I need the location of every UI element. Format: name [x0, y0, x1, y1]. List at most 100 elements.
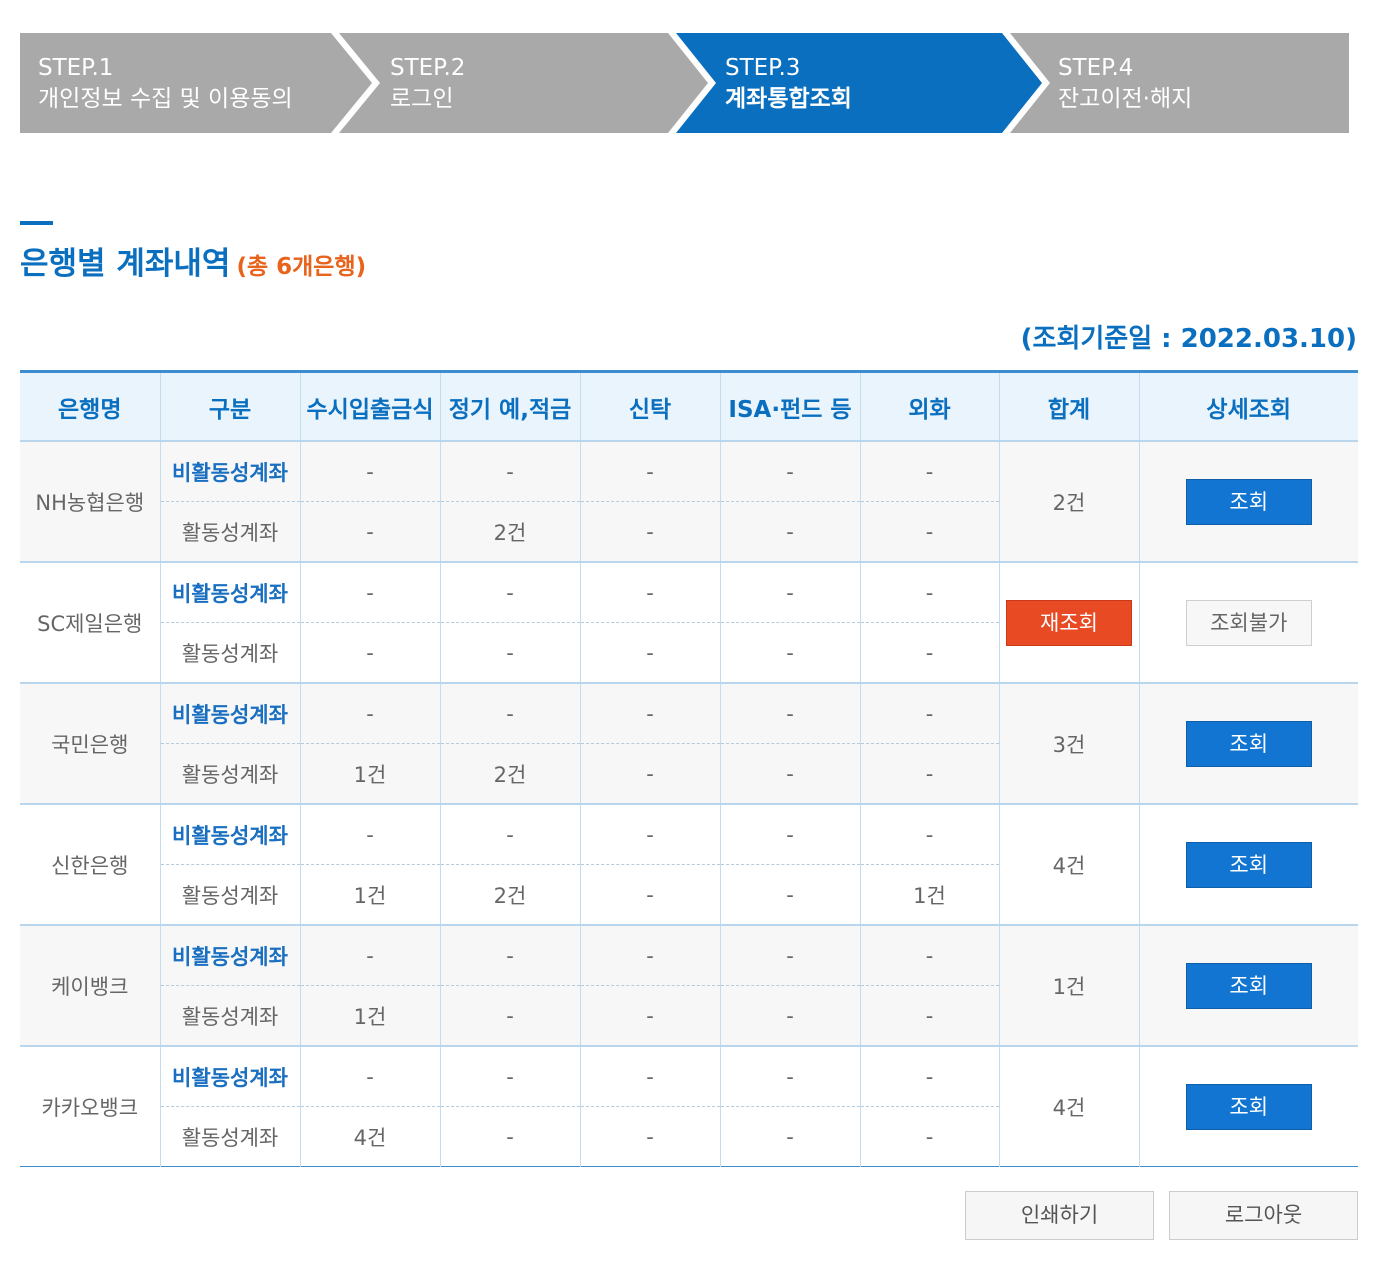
cell: - — [579, 501, 720, 562]
step-indicator: STEP.1 개인정보 수집 및 이용동의 STEP.2 로그인 STEP.3 … — [20, 33, 1349, 133]
cell: - — [299, 924, 440, 986]
cell: - — [719, 1045, 860, 1107]
bank-name: 카카오뱅크 — [20, 1045, 160, 1167]
step-1-number: STEP.1 — [38, 55, 114, 81]
step-1: STEP.1 개인정보 수집 및 이용동의 — [38, 53, 293, 115]
account-table: 은행명 구분 수시입출금식 정기 예,적금 신탁 ISA·펀드 등 외화 합계 … — [20, 370, 1358, 1167]
cell: - — [859, 561, 999, 623]
cell: - — [719, 1106, 860, 1167]
type-inactive: 비활동성계좌 — [159, 561, 300, 623]
col-header-trust: 신탁 — [579, 371, 720, 442]
cell: - — [299, 1045, 440, 1107]
cell: - — [439, 985, 580, 1046]
step-4: STEP.4 잔고이전·해지 — [1058, 53, 1192, 115]
cell: - — [299, 622, 440, 683]
cell: - — [719, 682, 860, 744]
type-active: 활동성계좌 — [159, 1106, 300, 1167]
type-inactive: 비활동성계좌 — [159, 803, 300, 865]
step-3-number: STEP.3 — [725, 55, 801, 81]
bank-name: 신한은행 — [20, 803, 160, 925]
type-inactive: 비활동성계좌 — [159, 1045, 300, 1107]
type-inactive: 비활동성계좌 — [159, 924, 300, 986]
col-header-total: 합계 — [998, 371, 1139, 442]
retry-button[interactable]: 재조회 — [1006, 599, 1132, 646]
table-row: 국민은행 비활동성계좌 - - - - - 3건 조회 — [20, 682, 1358, 804]
page-title-text: 은행별 계좌내역 — [20, 246, 231, 282]
cell: 1건 — [859, 864, 999, 925]
step-4-number: STEP.4 — [1058, 55, 1134, 81]
cell: - — [859, 803, 999, 865]
cell: - — [579, 924, 720, 986]
cell: - — [859, 622, 999, 683]
total-cell: 재조회 — [998, 561, 1139, 683]
view-button[interactable]: 조회 — [1185, 841, 1312, 888]
page-title: 은행별 계좌내역 (총 6개은행) — [20, 238, 366, 283]
type-active: 활동성계좌 — [159, 864, 300, 925]
detail-cell: 조회 — [1138, 1045, 1358, 1167]
bank-name: 국민은행 — [20, 682, 160, 804]
cell: 1건 — [299, 743, 440, 804]
col-header-demand: 수시입출금식 — [299, 371, 440, 442]
cell: - — [719, 561, 860, 623]
cell: - — [439, 803, 580, 865]
detail-cell: 조회불가 — [1138, 561, 1358, 683]
bank-name: NH농협은행 — [20, 440, 160, 562]
cell: - — [719, 743, 860, 804]
cell: - — [859, 682, 999, 744]
table-row: 케이뱅크 비활동성계좌 - - - - - 1건 조회 — [20, 924, 1358, 1046]
cell: - — [439, 440, 580, 502]
view-button[interactable]: 조회 — [1185, 1083, 1312, 1130]
cell: - — [579, 561, 720, 623]
total-cell: 1건 — [998, 924, 1139, 1046]
cell: - — [579, 743, 720, 804]
cell: - — [859, 924, 999, 986]
cell: - — [439, 924, 580, 986]
table-row: 카카오뱅크 비활동성계좌 - - - - - 4건 조회 — [20, 1045, 1358, 1167]
cell: - — [439, 1106, 580, 1167]
detail-cell: 조회 — [1138, 682, 1358, 804]
bank-count: (총 6개은행) — [236, 254, 367, 280]
cell: - — [439, 682, 580, 744]
heading-accent-bar — [20, 221, 53, 225]
type-inactive: 비활동성계좌 — [159, 440, 300, 502]
col-header-deposit: 정기 예,적금 — [439, 371, 580, 442]
type-active: 활동성계좌 — [159, 501, 300, 562]
logout-button[interactable]: 로그아웃 — [1169, 1191, 1358, 1240]
step-2: STEP.2 로그인 — [390, 53, 465, 115]
col-header-foreign: 외화 — [859, 371, 999, 442]
cell: - — [719, 803, 860, 865]
cell: 1건 — [299, 864, 440, 925]
cell: - — [299, 440, 440, 502]
cell: - — [439, 561, 580, 623]
print-button[interactable]: 인쇄하기 — [965, 1191, 1154, 1240]
view-button[interactable]: 조회 — [1185, 962, 1312, 1009]
cell: - — [859, 1106, 999, 1167]
detail-cell: 조회 — [1138, 440, 1358, 562]
cell: - — [719, 501, 860, 562]
total-cell: 4건 — [998, 1045, 1139, 1167]
cell: - — [299, 501, 440, 562]
col-header-detail: 상세조회 — [1138, 371, 1358, 442]
cell: - — [719, 622, 860, 683]
view-button[interactable]: 조회 — [1185, 478, 1312, 525]
total-cell: 4건 — [998, 803, 1139, 925]
col-header-type: 구분 — [159, 371, 300, 442]
cell: - — [439, 622, 580, 683]
view-button[interactable]: 조회 — [1185, 720, 1312, 767]
col-header-bank: 은행명 — [20, 371, 160, 442]
type-active: 활동성계좌 — [159, 985, 300, 1046]
type-inactive: 비활동성계좌 — [159, 682, 300, 744]
cell: 2건 — [439, 864, 580, 925]
step-1-name: 개인정보 수집 및 이용동의 — [38, 86, 293, 112]
total-cell: 2건 — [998, 440, 1139, 562]
cell: - — [859, 440, 999, 502]
step-4-name: 잔고이전·해지 — [1058, 86, 1193, 112]
cell: - — [859, 743, 999, 804]
cell: - — [579, 1106, 720, 1167]
step-2-name: 로그인 — [390, 86, 454, 112]
cell: - — [719, 864, 860, 925]
step-3: STEP.3 계좌통합조회 — [725, 53, 852, 115]
cell: - — [579, 440, 720, 502]
cell: - — [439, 1045, 580, 1107]
type-active: 활동성계좌 — [159, 743, 300, 804]
